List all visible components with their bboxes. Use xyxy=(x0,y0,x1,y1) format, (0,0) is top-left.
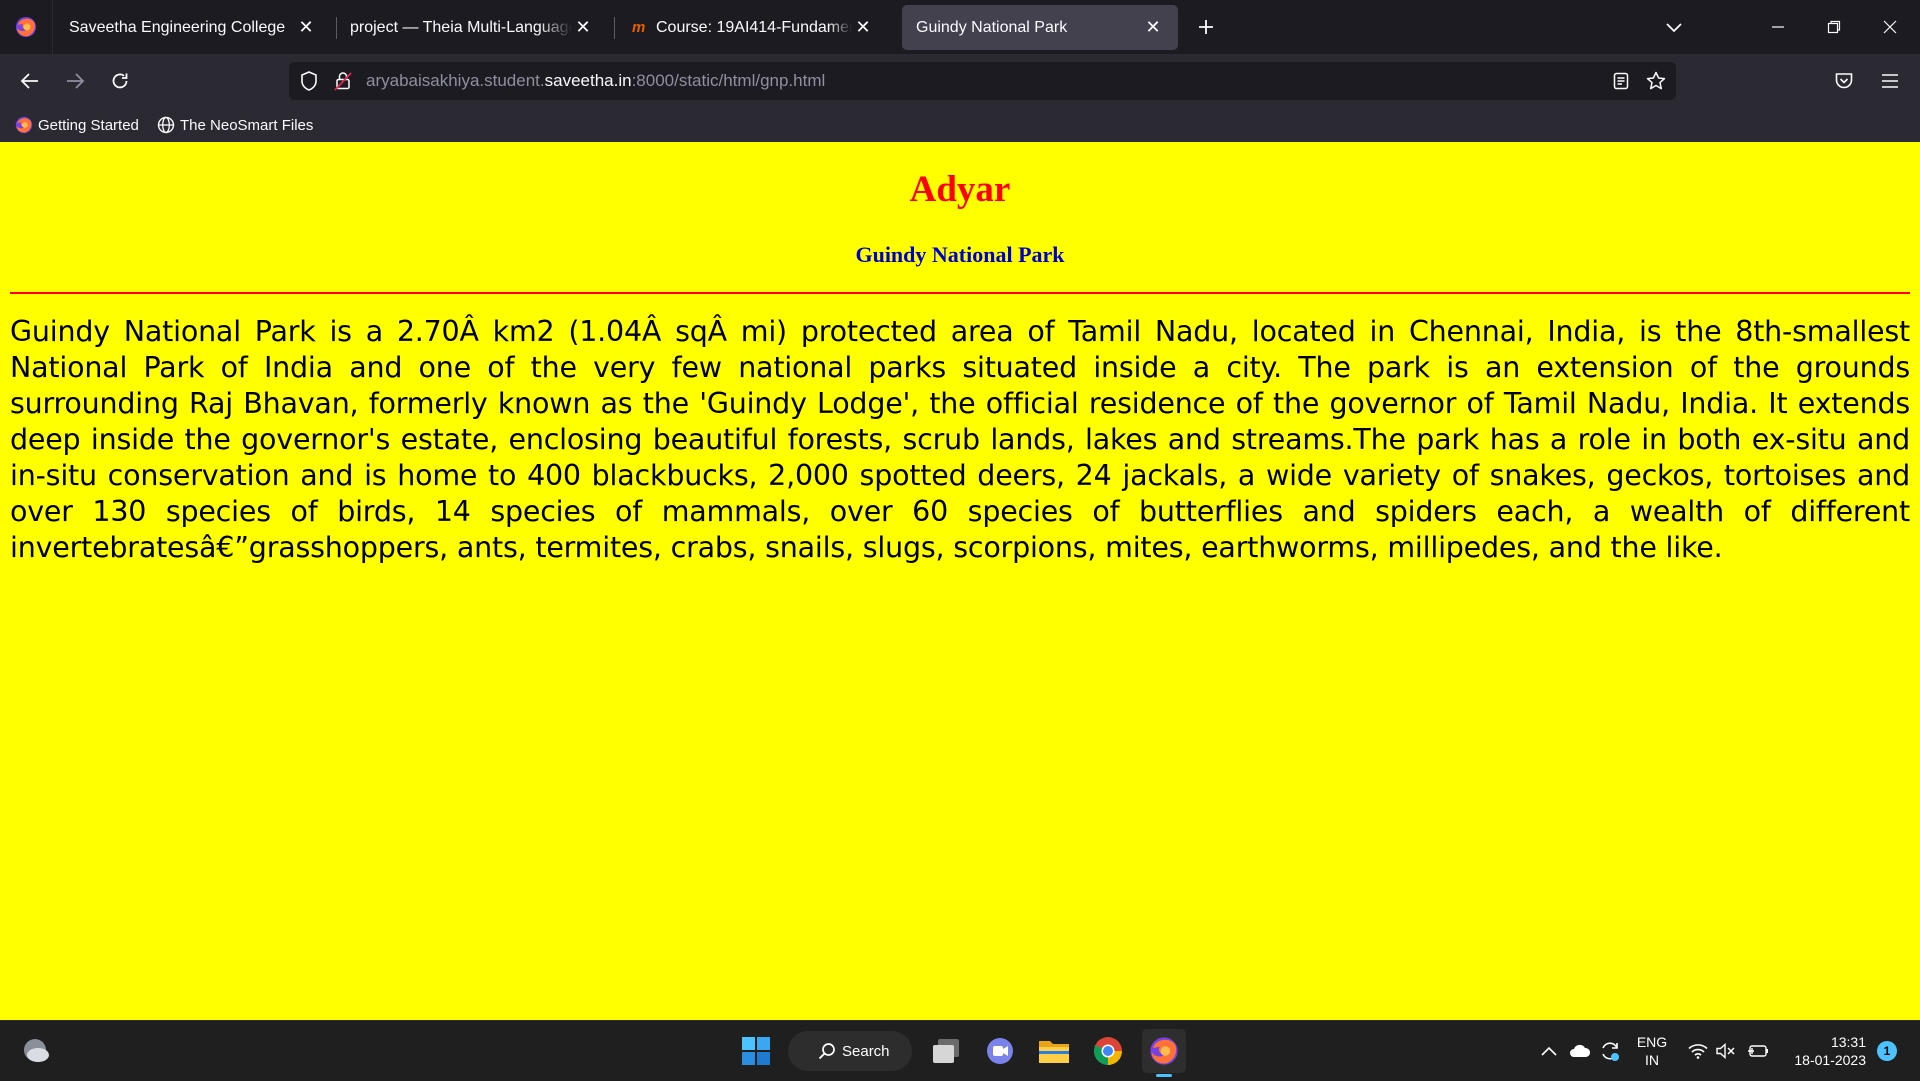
teams-chat-button[interactable] xyxy=(978,1029,1022,1073)
forward-button[interactable] xyxy=(57,63,93,99)
clock-date: 18-01-2023 xyxy=(1794,1052,1866,1068)
navigation-toolbar: aryabaisakhiya.student.saveetha.in:8000/… xyxy=(0,54,1920,108)
tab-separator xyxy=(614,17,615,39)
restore-button[interactable] xyxy=(1806,0,1862,54)
active-app-indicator xyxy=(1156,1074,1172,1077)
clock-time: 13:31 xyxy=(1830,1034,1866,1050)
app-menu-button[interactable] xyxy=(1872,63,1908,99)
bookmark-star-icon[interactable] xyxy=(1644,69,1668,93)
input-language-indicator[interactable]: ENG IN xyxy=(1632,1033,1672,1069)
onedrive-cloud-icon xyxy=(1570,1044,1591,1057)
url-text[interactable]: aryabaisakhiya.student.saveetha.in:8000/… xyxy=(366,62,825,100)
system-clock[interactable]: 13:31 18-01-2023 xyxy=(1776,1033,1866,1069)
address-bar[interactable]: aryabaisakhiya.student.saveetha.in:8000/… xyxy=(289,62,1676,100)
tab-strip: Saveetha Engineering College ✕ project —… xyxy=(0,0,1920,54)
wifi-icon xyxy=(1688,1044,1708,1059)
chevron-down-icon xyxy=(1666,23,1682,33)
search-label: Search xyxy=(842,1042,890,1060)
close-icon[interactable]: ✕ xyxy=(572,17,594,39)
url-prefix: aryabaisakhiya.student. xyxy=(366,71,545,90)
page-heading: Adyar xyxy=(909,169,1011,210)
tab-title: Course: 19AI414-Fundamentals xyxy=(656,18,852,36)
task-view-button[interactable] xyxy=(924,1029,968,1073)
tab-guindy-national-park[interactable]: Guindy National Park ✕ xyxy=(902,5,1178,50)
close-icon[interactable]: ✕ xyxy=(1142,17,1164,39)
horizontal-rule xyxy=(10,292,1910,294)
search-icon xyxy=(818,1043,835,1060)
insecure-lock-icon[interactable] xyxy=(331,69,355,93)
close-icon[interactable]: ✕ xyxy=(852,17,874,39)
start-button[interactable] xyxy=(734,1029,778,1073)
bookmark-neosmart-files[interactable]: The NeoSmart Files xyxy=(156,112,313,138)
firefox-taskbar-button[interactable] xyxy=(1142,1029,1186,1073)
bookmark-label: The NeoSmart Files xyxy=(180,116,314,134)
reader-view-icon[interactable] xyxy=(1609,69,1633,93)
taskbar-search[interactable]: Search xyxy=(788,1031,912,1071)
taskbar: Search ENG IN 13:31 18-01-2023 1 xyxy=(0,1020,1920,1080)
close-icon xyxy=(1883,20,1897,34)
back-button[interactable] xyxy=(12,63,48,99)
chrome-button[interactable] xyxy=(1086,1029,1130,1073)
tab-theia-project[interactable]: project — Theia Multi-Language Ex ✕ xyxy=(336,5,608,50)
show-hidden-icons-button[interactable] xyxy=(1536,1021,1562,1081)
park-description: Guindy National Park is a 2.70Â km2 (1.0… xyxy=(10,315,1910,564)
pocket-button[interactable] xyxy=(1826,63,1862,99)
file-explorer-button[interactable] xyxy=(1032,1029,1076,1073)
reload-icon xyxy=(112,73,128,89)
bookmark-getting-started[interactable]: Getting Started xyxy=(14,112,139,138)
bookmarks-toolbar: Getting Started The NeoSmart Files xyxy=(0,108,1920,142)
region-code: IN xyxy=(1645,1052,1659,1068)
reload-button[interactable] xyxy=(102,63,138,99)
folder-icon xyxy=(1039,1041,1069,1063)
close-icon[interactable]: ✕ xyxy=(295,17,317,39)
battery-status[interactable] xyxy=(1744,1021,1772,1081)
onedrive-button[interactable] xyxy=(1566,1021,1594,1081)
list-all-tabs-button[interactable] xyxy=(1658,12,1690,44)
arrow-left-icon xyxy=(20,73,38,89)
browser-window: Saveetha Engineering College ✕ project —… xyxy=(0,0,1920,1020)
tab-title: Saveetha Engineering College xyxy=(69,18,286,36)
volume-status[interactable] xyxy=(1712,1021,1740,1081)
globe-icon xyxy=(156,115,176,135)
arrow-right-icon xyxy=(67,73,85,89)
tab-title: project — Theia Multi-Language Ex xyxy=(350,18,572,36)
sync-status-button[interactable] xyxy=(1596,1021,1624,1081)
wifi-status[interactable] xyxy=(1684,1021,1712,1081)
firefox-icon xyxy=(14,115,34,135)
page-content: Adyar Guindy National Park Guindy Nation… xyxy=(0,142,1920,1020)
weather-widget[interactable] xyxy=(14,1029,58,1073)
restore-icon xyxy=(1827,20,1841,34)
chevron-up-icon xyxy=(1541,1046,1557,1056)
volume-muted-icon xyxy=(1716,1043,1735,1059)
teams-chat-icon xyxy=(987,1038,1013,1064)
close-window-button[interactable] xyxy=(1862,0,1918,54)
battery-charging-icon xyxy=(1748,1045,1768,1057)
url-suffix: :8000/static/html/gnp.html xyxy=(631,71,826,90)
bookmark-label: Getting Started xyxy=(38,116,139,134)
tab-saveetha[interactable]: Saveetha Engineering College ✕ xyxy=(55,5,331,50)
windows-logo-icon xyxy=(742,1037,770,1065)
language-code: ENG xyxy=(1636,1034,1668,1050)
chrome-icon xyxy=(1094,1037,1122,1065)
new-tab-button[interactable] xyxy=(1190,11,1222,43)
notification-badge[interactable]: 1 xyxy=(1877,1041,1897,1061)
minimize-button[interactable] xyxy=(1750,0,1806,54)
plus-icon xyxy=(1199,20,1213,34)
tracking-protection-shield-icon[interactable] xyxy=(297,69,321,93)
tab-title: Guindy National Park xyxy=(916,18,1068,36)
firefox-view-button[interactable] xyxy=(0,0,53,54)
weather-cloud-icon xyxy=(24,1039,49,1062)
task-view-icon xyxy=(933,1039,959,1063)
sync-icon xyxy=(1602,1042,1619,1061)
minimize-icon xyxy=(1772,26,1784,28)
pocket-icon xyxy=(1835,73,1853,89)
hamburger-menu-icon xyxy=(1882,74,1898,88)
firefox-icon xyxy=(16,17,36,37)
page-subheading: Guindy National Park xyxy=(855,242,1065,267)
tab-course[interactable]: m Course: 19AI414-Fundamentals ✕ xyxy=(618,5,888,50)
moodle-icon: m xyxy=(632,19,646,36)
url-host: saveetha.in xyxy=(544,71,632,90)
firefox-icon xyxy=(1150,1037,1178,1065)
